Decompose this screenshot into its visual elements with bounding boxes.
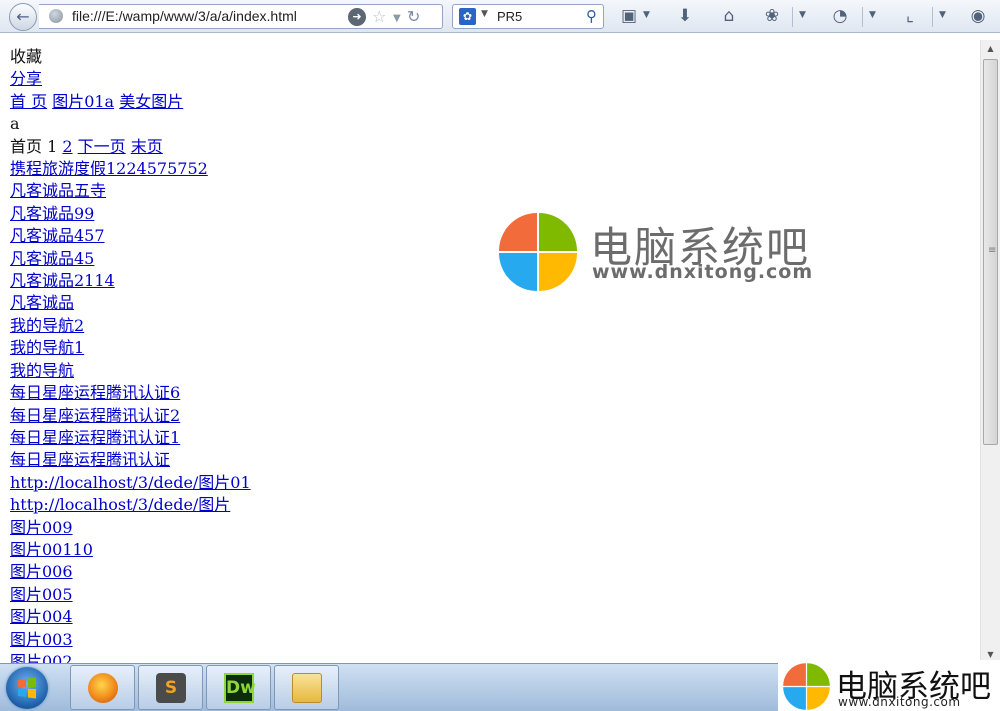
list-item[interactable]: 每日星座运程腾讯认证 (10, 450, 170, 469)
page-content: 收藏 分享 首 页 图片01a 美女图片 a 首页 1 2 下一页 末页 携程旅… (0, 33, 980, 663)
list-item[interactable]: 图片003 (10, 630, 73, 649)
list-item[interactable]: 凡客诚品99 (10, 204, 94, 223)
pagination-first: 首页 (10, 136, 43, 156)
section-letter: a (10, 114, 20, 134)
list-item[interactable]: 每日星座运程腾讯认证6 (10, 383, 180, 402)
address-bar[interactable]: file:///E:/wamp/www/3/a/a/index.html ➜ ☆… (39, 4, 443, 29)
list-item[interactable]: 图片009 (10, 518, 73, 537)
breadcrumb-category-link[interactable]: 图片01a (52, 92, 114, 111)
taskbar-explorer-button[interactable] (274, 665, 339, 710)
list-item[interactable]: 图片002 (10, 652, 73, 663)
windows-flag-logo-icon (783, 663, 830, 710)
rainbow-dropdown-icon[interactable]: ▼ (869, 10, 876, 20)
list-item[interactable]: 我的导航2 (10, 316, 84, 335)
search-bar[interactable]: ✿ ▼ PR5 ⚲ (452, 4, 604, 29)
taskbar-sublime-button[interactable]: S (138, 665, 203, 710)
rainbow-icon[interactable]: ◔ (828, 5, 852, 29)
favorite-text: 收藏 (10, 47, 43, 66)
browser-toolbar: ← file:///E:/wamp/www/3/a/a/index.html ➜… (0, 0, 1000, 33)
list-item[interactable]: http://localhost/3/dede/图片01 (10, 473, 251, 492)
history-dropdown-icon[interactable]: ▼ (393, 9, 401, 28)
scroll-thumb[interactable]: ≡ (983, 59, 998, 445)
toolbar-divider (932, 7, 933, 27)
addon-dropdown-icon[interactable]: ▼ (799, 10, 806, 20)
profile-icon[interactable]: ◉ (966, 5, 990, 29)
list-item[interactable]: 凡客诚品五寺 (10, 181, 106, 200)
sublime-text-icon: S (156, 673, 186, 703)
url-text[interactable]: file:///E:/wamp/www/3/a/a/index.html (72, 8, 297, 24)
share-link[interactable]: 分享 (10, 69, 42, 88)
bookmarks-icon[interactable]: ▣ (617, 5, 641, 29)
list-item[interactable]: 每日星座运程腾讯认证1 (10, 428, 180, 447)
back-arrow-icon: ← (16, 7, 30, 26)
bookmark-star-icon[interactable]: ☆ (372, 7, 386, 26)
breadcrumb-subcategory-link[interactable]: 美女图片 (119, 92, 183, 111)
toolbar-divider (862, 7, 863, 27)
list-item[interactable]: 我的导航1 (10, 338, 84, 357)
start-button[interactable] (6, 667, 48, 709)
list-item[interactable]: http://localhost/3/dede/图片 (10, 495, 230, 514)
list-item[interactable]: 凡客诚品457 (10, 226, 105, 245)
globe-icon (49, 9, 63, 23)
bug-icon[interactable]: ❀ (760, 5, 784, 29)
crop-icon[interactable]: ⌞ (898, 5, 922, 29)
go-icon[interactable]: ➜ (348, 8, 366, 26)
list-item[interactable]: 每日星座运程腾讯认证2 (10, 406, 180, 425)
scroll-up-arrow-icon[interactable]: ▲ (981, 40, 1000, 57)
taskbar-firefox-button[interactable] (70, 665, 135, 710)
page-body: 收藏 分享 首 页 图片01a 美女图片 a 首页 1 2 下一页 末页 携程旅… (10, 46, 251, 663)
pagination-next[interactable]: 下一页 (78, 137, 126, 156)
list-item[interactable]: 图片006 (10, 562, 73, 581)
reload-icon[interactable]: ↻ (407, 7, 420, 26)
corner-brand-url: www.dnxitong.com (838, 695, 961, 709)
list-item[interactable]: 图片00110 (10, 540, 93, 559)
list-item[interactable]: 图片004 (10, 607, 73, 626)
pagination-page-2[interactable]: 2 (62, 137, 72, 156)
corner-brand: 电脑系统吧 www.dnxitong.com (778, 660, 1000, 711)
watermark: 电脑系统吧 www.dnxitong.com (497, 211, 837, 293)
list-item[interactable]: 携程旅游度假1224575752 (10, 159, 208, 178)
pagination-current: 1 (47, 136, 58, 156)
vertical-scrollbar[interactable]: ▲ ≡ ▼ (980, 40, 1000, 663)
home-icon[interactable]: ⌂ (717, 5, 741, 29)
breadcrumb: 首 页 图片01a 美女图片 (10, 91, 251, 113)
taskbar-dreamweaver-button[interactable]: Dw (206, 665, 271, 710)
list-item[interactable]: 凡客诚品2114 (10, 271, 115, 290)
search-icon[interactable]: ⚲ (586, 7, 597, 25)
list-item[interactable]: 图片005 (10, 585, 73, 604)
download-icon[interactable]: ⬇ (673, 5, 697, 29)
paw-icon[interactable]: ✿ (459, 8, 476, 25)
browser-window: ← file:///E:/wamp/www/3/a/a/index.html ➜… (0, 0, 1000, 711)
toolbar-divider (792, 7, 793, 27)
back-button[interactable]: ← (9, 3, 37, 31)
watermark-url: www.dnxitong.com (592, 261, 814, 283)
file-explorer-icon (292, 673, 322, 703)
firefox-icon (88, 673, 118, 703)
search-input[interactable]: PR5 (497, 9, 522, 24)
list-item[interactable]: 凡客诚品45 (10, 249, 94, 268)
breadcrumb-home-link[interactable]: 首 页 (10, 92, 47, 111)
pagination-last[interactable]: 末页 (131, 137, 163, 156)
dreamweaver-icon: Dw (224, 673, 256, 703)
windows-logo-icon (18, 677, 36, 699)
crop-dropdown-icon[interactable]: ▼ (939, 10, 946, 20)
grip-icon: ≡ (988, 245, 997, 256)
list-item[interactable]: 我的导航 (10, 361, 74, 380)
search-engine-dropdown-icon[interactable]: ▼ (481, 9, 488, 19)
pagination: 首页 1 2 下一页 末页 (10, 136, 251, 158)
windows-flag-logo-icon (499, 213, 577, 291)
list-item[interactable]: 凡客诚品 (10, 293, 74, 312)
bookmarks-dropdown-icon[interactable]: ▼ (643, 10, 650, 20)
